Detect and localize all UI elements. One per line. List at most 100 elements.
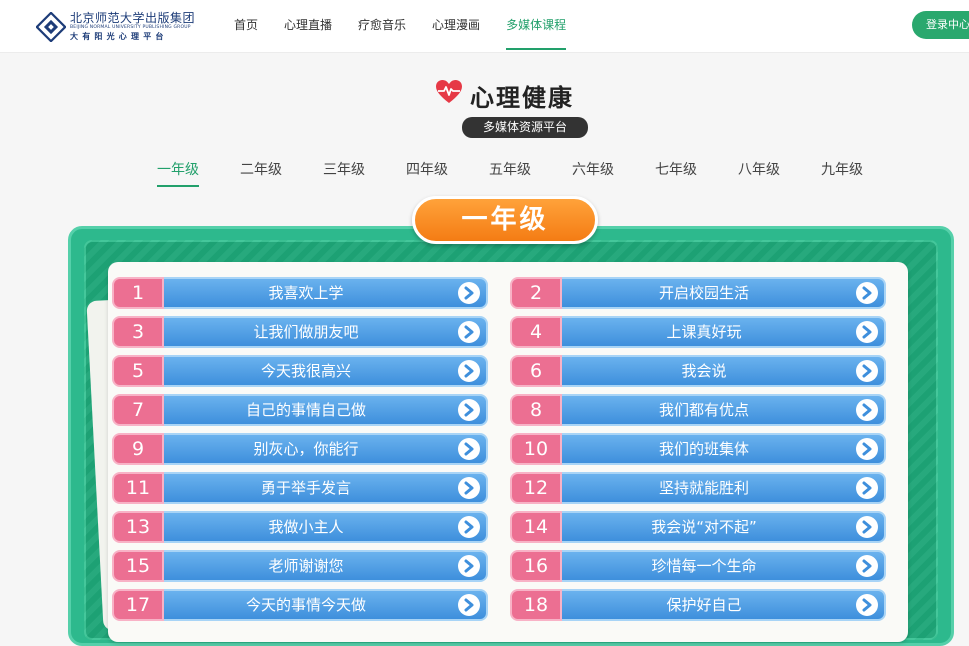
tab-grade-6[interactable]: 六年级	[572, 160, 614, 185]
chevron-right-icon[interactable]	[458, 438, 480, 460]
lesson-number: 4	[510, 316, 562, 348]
lesson-title: 勇于举手发言	[260, 479, 351, 497]
chevron-right-icon[interactable]	[856, 516, 878, 538]
lesson-item[interactable]: 3 让我们做朋友吧	[112, 316, 488, 348]
lesson-number: 7	[112, 394, 164, 426]
lesson-number: 9	[112, 433, 164, 465]
chevron-right-icon[interactable]	[856, 438, 878, 460]
lesson-number: 8	[510, 394, 562, 426]
lesson-title: 我们的班集体	[658, 440, 749, 458]
tab-grade-8[interactable]: 八年级	[738, 160, 780, 185]
lesson-title: 开启校园生活	[658, 284, 749, 302]
lesson-number: 1	[112, 277, 164, 309]
chevron-right-icon[interactable]	[458, 360, 480, 382]
chevron-right-icon[interactable]	[458, 516, 480, 538]
lesson-item[interactable]: 2 开启校园生活	[510, 277, 886, 309]
nav-item-music[interactable]: 疗愈音乐	[358, 0, 406, 50]
lesson-item[interactable]: 12 坚持就能胜利	[510, 472, 886, 504]
lesson-item[interactable]: 16 珍惜每一个生命	[510, 550, 886, 582]
lesson-number: 5	[112, 355, 164, 387]
lesson-title: 老师谢谢您	[268, 557, 344, 575]
brand-heading: 心理健康	[436, 78, 616, 112]
lesson-title: 保护好自己	[666, 596, 742, 614]
lesson-number: 17	[112, 589, 164, 621]
lesson-title: 让我们做朋友吧	[253, 323, 359, 341]
lesson-item[interactable]: 9 别灰心，你能行	[112, 433, 488, 465]
lesson-number: 12	[510, 472, 562, 504]
platform-badge: 多媒体资源平台	[462, 117, 588, 138]
chevron-right-icon[interactable]	[856, 555, 878, 577]
lesson-title: 我们都有优点	[658, 401, 749, 419]
lesson-item[interactable]: 8 我们都有优点	[510, 394, 886, 426]
brand-title: 心理健康	[470, 84, 574, 112]
lesson-number: 11	[112, 472, 164, 504]
tab-grade-5[interactable]: 五年级	[489, 160, 531, 185]
lesson-item[interactable]: 11 勇于举手发言	[112, 472, 488, 504]
lesson-title: 我会说	[681, 362, 727, 380]
lesson-title: 今天我很高兴	[260, 362, 351, 380]
lesson-title: 上课真好玩	[666, 323, 742, 341]
chevron-right-icon[interactable]	[458, 594, 480, 616]
lesson-title: 今天的事情今天做	[245, 596, 366, 614]
lesson-number: 3	[112, 316, 164, 348]
logo-subtitle: 大有阳光心理平台	[70, 32, 168, 41]
grade-tabs: 一年级 二年级 三年级 四年级 五年级 六年级 七年级 八年级 九年级	[157, 160, 877, 187]
lesson-item[interactable]: 4 上课真好玩	[510, 316, 886, 348]
lesson-number: 2	[510, 277, 562, 309]
chevron-right-icon[interactable]	[856, 477, 878, 499]
lesson-title: 自己的事情自己做	[245, 401, 366, 419]
chevron-right-icon[interactable]	[856, 282, 878, 304]
tab-grade-4[interactable]: 四年级	[406, 160, 448, 185]
top-navigation-bar: 北京师范大学出版集团 BEIJING NORMAL UNIVERSITY PUB…	[0, 0, 969, 53]
lesson-number: 13	[112, 511, 164, 543]
lesson-item[interactable]: 5 今天我很高兴	[112, 355, 488, 387]
chevron-right-icon[interactable]	[458, 282, 480, 304]
lesson-item[interactable]: 10 我们的班集体	[510, 433, 886, 465]
chevron-right-icon[interactable]	[458, 399, 480, 421]
chevron-right-icon[interactable]	[856, 594, 878, 616]
nav-item-multimedia-courses[interactable]: 多媒体课程	[506, 0, 567, 50]
logo-english-name: BEIJING NORMAL UNIVERSITY PUBLISHING GRO…	[70, 25, 191, 30]
chevron-right-icon[interactable]	[458, 555, 480, 577]
nav-item-live[interactable]: 心理直播	[284, 0, 332, 50]
lesson-number: 15	[112, 550, 164, 582]
nav-item-comics[interactable]: 心理漫画	[432, 0, 480, 50]
logo-title: 北京师范大学出版集团	[70, 11, 196, 25]
nav-item-home[interactable]: 首页	[234, 0, 258, 50]
lesson-number: 14	[510, 511, 562, 543]
lesson-title: 珍惜每一个生命	[651, 557, 757, 575]
lesson-number: 16	[510, 550, 562, 582]
heart-pulse-icon	[436, 80, 462, 103]
chevron-right-icon[interactable]	[856, 360, 878, 382]
logo-mark-icon	[36, 12, 66, 42]
lesson-title: 我喜欢上学	[268, 284, 344, 302]
chevron-right-icon[interactable]	[856, 321, 878, 343]
lesson-item[interactable]: 18 保护好自己	[510, 589, 886, 621]
tab-grade-2[interactable]: 二年级	[240, 160, 282, 185]
current-grade-banner: 一年级	[412, 196, 598, 244]
tab-grade-7[interactable]: 七年级	[655, 160, 697, 185]
chevron-right-icon[interactable]	[856, 399, 878, 421]
login-button[interactable]: 登录中心	[912, 11, 969, 39]
lesson-title: 我做小主人	[268, 518, 344, 536]
lesson-item[interactable]: 17 今天的事情今天做	[112, 589, 488, 621]
lesson-item[interactable]: 13 我做小主人	[112, 511, 488, 543]
lesson-number: 18	[510, 589, 562, 621]
lesson-item[interactable]: 6 我会说	[510, 355, 886, 387]
site-logo[interactable]: 北京师范大学出版集团 BEIJING NORMAL UNIVERSITY PUB…	[36, 9, 196, 43]
lesson-title: 别灰心，你能行	[253, 440, 359, 458]
lesson-number: 6	[510, 355, 562, 387]
tab-grade-1[interactable]: 一年级	[157, 160, 199, 187]
lesson-item[interactable]: 15 老师谢谢您	[112, 550, 488, 582]
chevron-right-icon[interactable]	[458, 477, 480, 499]
lesson-title: 我会说“对不起”	[651, 518, 757, 536]
main-nav: 首页 心理直播 疗愈音乐 心理漫画 多媒体课程	[234, 0, 592, 52]
lesson-title: 坚持就能胜利	[658, 479, 749, 497]
lesson-item[interactable]: 7 自己的事情自己做	[112, 394, 488, 426]
chevron-right-icon[interactable]	[458, 321, 480, 343]
lesson-number: 10	[510, 433, 562, 465]
tab-grade-3[interactable]: 三年级	[323, 160, 365, 185]
tab-grade-9[interactable]: 九年级	[821, 160, 863, 185]
lesson-item[interactable]: 14 我会说“对不起”	[510, 511, 886, 543]
lesson-item[interactable]: 1 我喜欢上学	[112, 277, 488, 309]
